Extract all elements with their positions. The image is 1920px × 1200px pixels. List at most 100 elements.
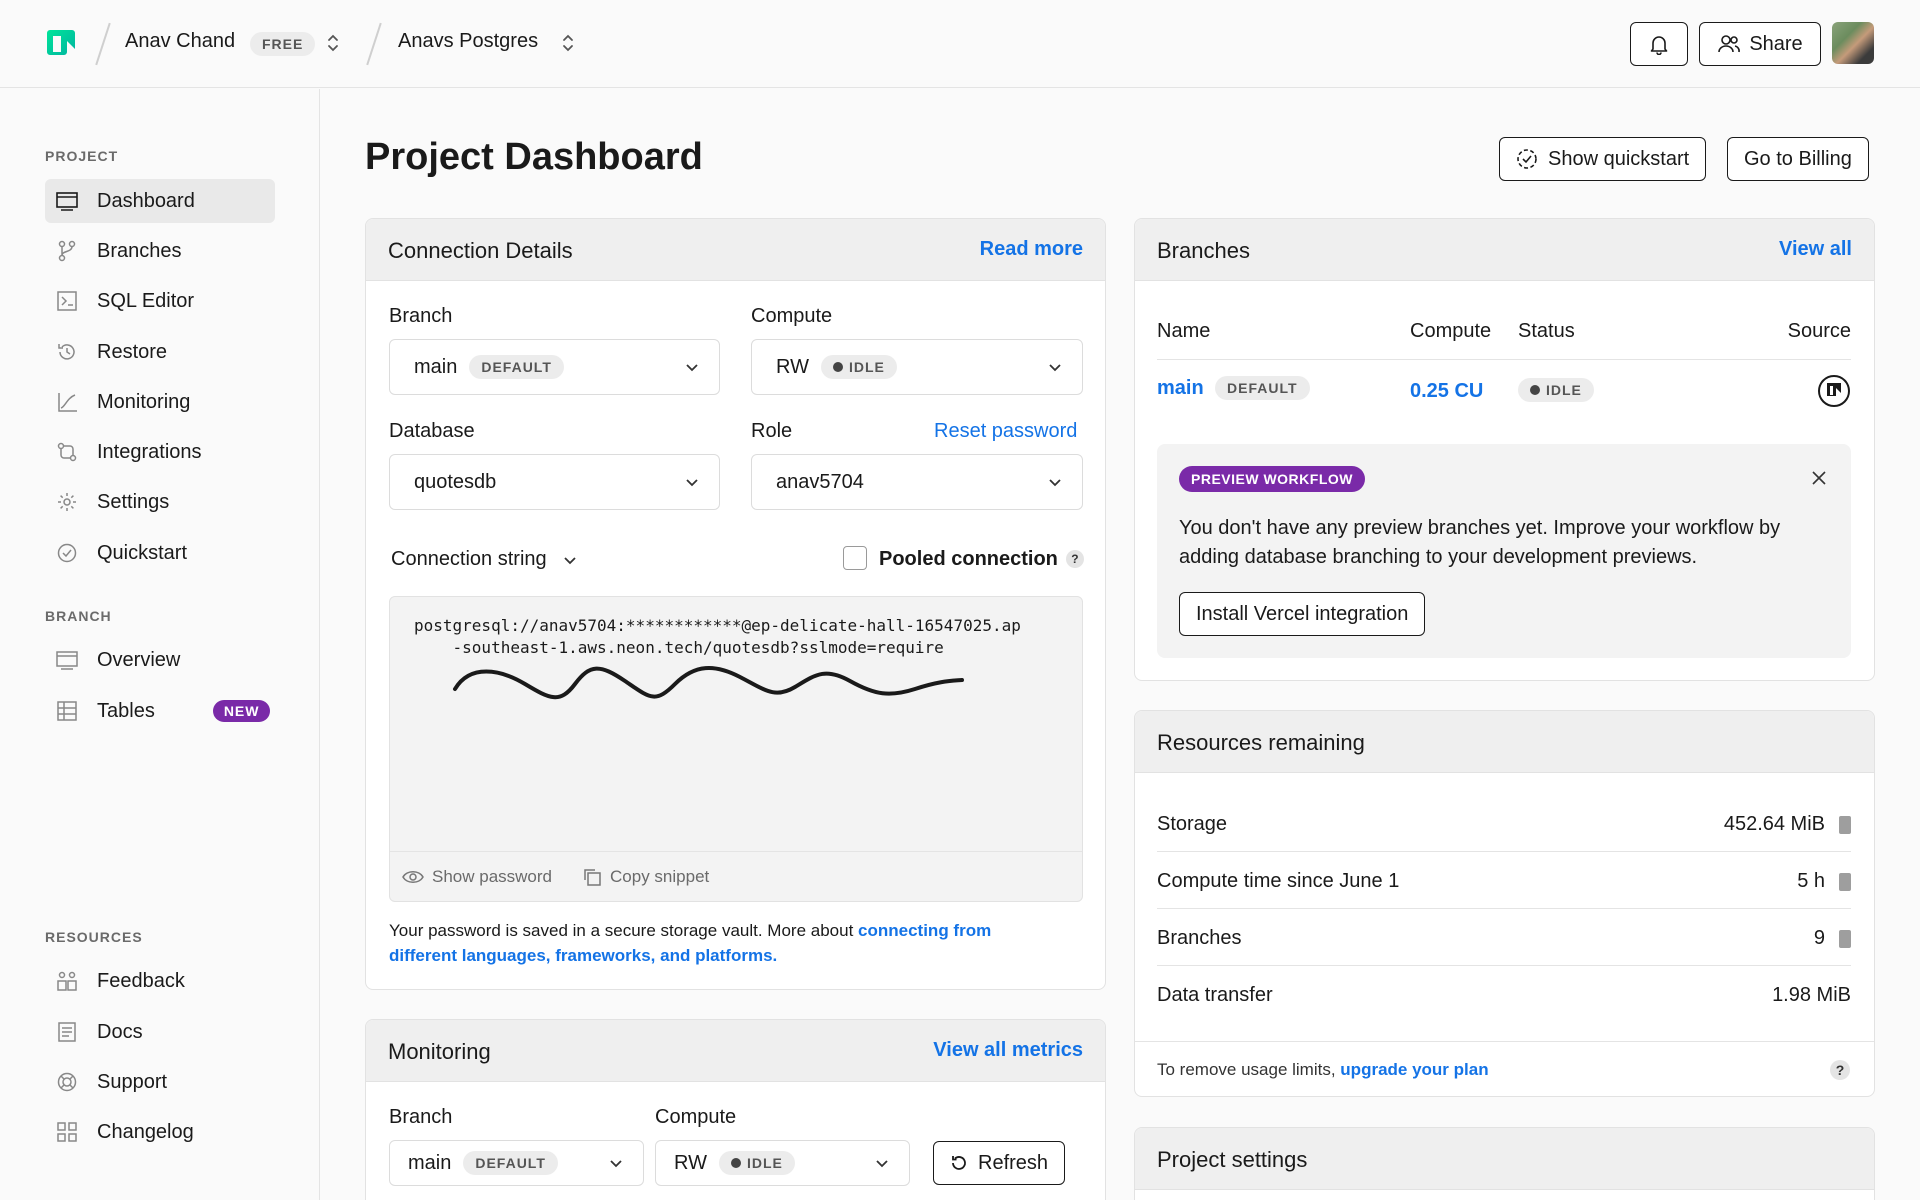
copy-snippet-button[interactable]: Copy snippet [582, 867, 709, 887]
chevron-down-icon [1048, 360, 1062, 374]
sidebar-item-support[interactable]: Support [45, 1060, 275, 1104]
pooled-connection-checkbox[interactable] [843, 546, 867, 570]
refresh-icon [950, 1154, 968, 1172]
sidebar-item-dashboard[interactable]: Dashboard [45, 179, 275, 223]
bell-icon [1648, 33, 1670, 55]
monitoring-compute-select[interactable]: RW IDLE [655, 1140, 910, 1186]
sidebar-item-sql-editor[interactable]: SQL Editor [45, 279, 275, 323]
preview-workflow-banner: PREVIEW WORKFLOW You don't have any prev… [1157, 444, 1851, 658]
preview-workflow-text: You don't have any preview branches yet.… [1179, 517, 1781, 568]
neon-logo-icon[interactable] [44, 27, 78, 61]
view-all-branches-link[interactable]: View all [1779, 238, 1852, 261]
user-switcher-icon[interactable] [325, 32, 341, 54]
column-header-status: Status [1518, 320, 1575, 342]
database-value: quotesdb [414, 470, 497, 493]
sidebar-item-label: SQL Editor [97, 289, 195, 312]
help-icon[interactable]: ? [1830, 1060, 1850, 1080]
refresh-button[interactable]: Refresh [933, 1141, 1066, 1185]
install-vercel-button[interactable]: Install Vercel integration [1179, 592, 1426, 636]
database-label: Database [389, 420, 475, 442]
breadcrumb-project[interactable]: Anavs Postgres [398, 30, 538, 53]
sidebar-item-branches[interactable]: Branches [45, 229, 275, 273]
neon-source-icon [1817, 374, 1851, 408]
resource-label: Compute time since June 1 [1157, 870, 1400, 892]
copy-snippet-label: Copy snippet [610, 866, 710, 886]
sidebar-item-settings[interactable]: Settings [45, 480, 275, 524]
resource-value: 452.64 MiB [1723, 813, 1825, 835]
chevron-down-icon [1048, 475, 1062, 489]
project-switcher-icon[interactable] [560, 32, 576, 54]
branch-compute-link[interactable]: 0.25 CU [1410, 380, 1483, 403]
usage-bar [1839, 816, 1851, 834]
chevron-down-icon [563, 553, 577, 567]
dashed-check-circle-icon [1516, 148, 1538, 170]
sidebar-item-overview[interactable]: Overview [45, 638, 275, 682]
monitoring-branch-label: Branch [389, 1106, 453, 1128]
code-footer: Show password Copy snippet [390, 851, 1082, 901]
connection-string-label: Connection string [391, 548, 547, 570]
connection-string-dropdown[interactable]: Connection string [391, 548, 577, 571]
card-header: Project settings [1135, 1128, 1874, 1190]
connection-string-box[interactable]: postgresql://anav5704:************@ep-de… [389, 596, 1083, 902]
branch-select[interactable]: main DEFAULT [389, 339, 720, 395]
breadcrumb-divider [366, 22, 382, 66]
languages-docs-link[interactable]: different languages, frameworks, and pla… [389, 946, 777, 965]
card-header: Branches View all [1135, 219, 1874, 281]
monitoring-branch-select[interactable]: main DEFAULT [389, 1140, 644, 1186]
sidebar-item-docs[interactable]: Docs [45, 1010, 275, 1054]
sidebar-item-tables[interactable]: Tables NEW [45, 689, 275, 733]
connecting-docs-link[interactable]: connecting from [858, 921, 991, 940]
close-icon[interactable] [1811, 470, 1827, 486]
reset-password-link[interactable]: Reset password [934, 420, 1077, 443]
status-dot-icon [832, 362, 843, 372]
sidebar-item-label: Integrations [97, 440, 202, 463]
role-select[interactable]: anav5704 [751, 454, 1083, 510]
gear-icon [55, 490, 79, 514]
sidebar-item-integrations[interactable]: Integrations [45, 430, 275, 474]
check-circle-icon [55, 541, 79, 565]
sidebar-item-changelog[interactable]: Changelog [45, 1110, 275, 1154]
show-quickstart-button[interactable]: Show quickstart [1499, 137, 1707, 181]
compute-value: RW [674, 1151, 707, 1174]
card-header: Resources remaining [1135, 711, 1874, 773]
branch-value: main [408, 1151, 452, 1174]
idle-badge: IDLE [820, 355, 897, 379]
sidebar-item-restore[interactable]: Restore [45, 330, 275, 374]
card-header: Monitoring View all metrics [366, 1020, 1105, 1082]
chevron-down-icon [875, 1156, 889, 1170]
resource-label: Data transfer [1157, 984, 1273, 1006]
sidebar-item-quickstart[interactable]: Quickstart [45, 531, 275, 575]
database-select[interactable]: quotesdb [389, 454, 720, 510]
branch-label: Branch [389, 305, 453, 327]
upgrade-plan-link[interactable]: upgrade your plan [1340, 1060, 1488, 1079]
notifications-button[interactable] [1630, 22, 1688, 66]
go-to-billing-button[interactable]: Go to Billing [1727, 137, 1869, 181]
column-header-source: Source [1787, 320, 1851, 342]
chevron-down-icon [685, 360, 699, 374]
breadcrumb-user[interactable]: Anav Chand [125, 30, 235, 53]
avatar[interactable] [1832, 22, 1874, 64]
resource-value: 9 [1813, 927, 1825, 949]
go-to-billing-label: Go to Billing [1744, 147, 1852, 170]
view-all-metrics-link[interactable]: View all metrics [933, 1039, 1083, 1062]
resource-row-data-transfer: Data transfer 1.98 MiB [1157, 966, 1851, 1023]
sidebar-item-label: Settings [97, 490, 170, 513]
resource-row-compute-time: Compute time since June 1 5 h [1157, 852, 1851, 909]
sidebar-item-label: Dashboard [97, 189, 195, 212]
read-more-link[interactable]: Read more [980, 238, 1083, 261]
sidebar-item-feedback[interactable]: Feedback [45, 959, 275, 1003]
default-badge: DEFAULT [469, 355, 564, 379]
redaction-scribble [453, 665, 964, 700]
branch-name-link[interactable]: main [1157, 377, 1204, 400]
compute-select[interactable]: RW IDLE [751, 339, 1083, 395]
help-icon[interactable]: ? [1065, 550, 1084, 568]
feedback-icon [55, 969, 79, 993]
page-title: Project Dashboard [365, 136, 703, 178]
sidebar-item-label: Quickstart [97, 541, 188, 564]
sql-editor-icon [55, 289, 79, 313]
share-button[interactable]: Share [1699, 22, 1821, 66]
show-password-button[interactable]: Show password [402, 867, 552, 887]
sidebar-item-monitoring[interactable]: Monitoring [45, 380, 275, 424]
preview-workflow-badge: PREVIEW WORKFLOW [1179, 466, 1365, 492]
sidebar-item-label: Changelog [97, 1120, 194, 1143]
